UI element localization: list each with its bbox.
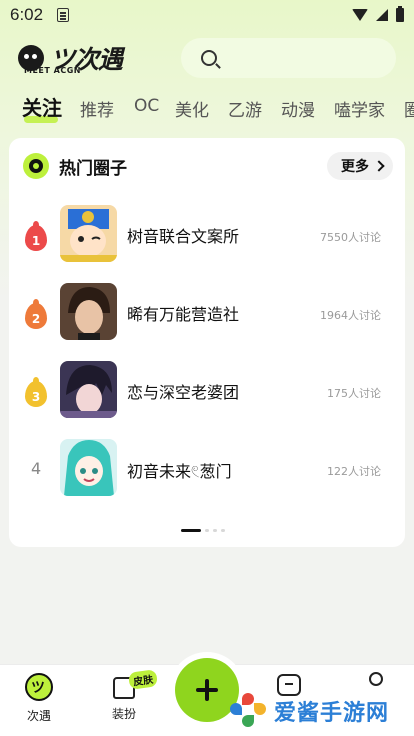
tab-anime[interactable]: 动漫 [281, 96, 315, 121]
circle-name: 初音未来𓏲葱门 [127, 462, 232, 481]
rank-flame-icon: 2 [25, 299, 49, 329]
battery-icon [396, 6, 404, 22]
app-header: ツ次遇 MEET ACGN [0, 36, 414, 82]
rank-number: 1 [31, 234, 41, 248]
rank-flame-icon: 3 [25, 377, 49, 407]
tab-oc[interactable]: OC [134, 96, 159, 116]
pager-active-dot [181, 529, 201, 532]
discussion-count: 175人讨论 [327, 387, 381, 400]
status-indicators [352, 6, 404, 22]
document-icon [57, 8, 70, 22]
plus-icon [196, 679, 218, 701]
more-button-label: 更多 [341, 159, 369, 175]
circle-row[interactable]: 2 晞有万能营造社 1964人讨论 [9, 283, 405, 347]
circle-row[interactable]: 4 初音未来𓏲葱门 122人讨论 [9, 439, 405, 503]
circle-name: 恋与深空老婆团 [127, 383, 240, 402]
tab-otome-games[interactable]: 乙游 [228, 96, 262, 121]
discussion-count: 1964人讨论 [320, 309, 381, 322]
rank-number: 3 [31, 390, 41, 404]
profile-icon[interactable] [369, 672, 383, 686]
watermark-text: 爱酱手游网 [274, 701, 390, 726]
app-logo: ツ次遇 MEET ACGN [18, 38, 128, 78]
tab-circles[interactable]: 圈 [404, 96, 414, 121]
hot-circles-header: 热门圈子 更多 [23, 151, 393, 181]
discussion-count: 122人讨论 [327, 465, 381, 478]
circle-avatar [60, 283, 117, 340]
circle-icon [23, 153, 49, 179]
pager-dot [213, 529, 217, 532]
circle-row[interactable]: 3 恋与深空老婆团 175人讨论 [9, 361, 405, 425]
rank-number: 2 [31, 312, 41, 326]
tab-beautify[interactable]: 美化 [175, 96, 209, 121]
circle-name: 晞有万能营造社 [127, 305, 240, 324]
tab-shippers[interactable]: 嗑学家 [334, 96, 385, 121]
chevron-right-icon [373, 160, 385, 172]
logo-subtitle: MEET ACGN [24, 66, 81, 75]
search-icon [201, 50, 217, 66]
circle-avatar [60, 361, 117, 418]
signal-icon [376, 9, 388, 21]
home-mascot-icon [25, 673, 53, 701]
circle-name: 树音联合文案所 [127, 227, 240, 246]
circle-row[interactable]: 1 树音联合文案所 7550人讨论 [9, 205, 405, 269]
discussion-count: 7550人讨论 [320, 231, 381, 244]
nav-home-label: 次遇 [26, 709, 51, 723]
status-bar: 6:02 [0, 0, 414, 30]
pager-dot [205, 529, 209, 532]
circle-avatar [60, 205, 117, 262]
rank-number: 4 [31, 459, 42, 478]
search-input[interactable] [181, 38, 396, 78]
watermark-logo-icon [228, 691, 268, 731]
wifi-icon [352, 9, 368, 21]
more-button[interactable]: 更多 [327, 152, 393, 180]
hot-circles-title: 热门圈子 [59, 158, 127, 179]
status-time: 6:02 [10, 5, 44, 24]
tab-follow[interactable]: 关注 [22, 92, 62, 121]
category-tabs: 关注 推荐 OC 美化 乙游 动漫 嗑学家 圈 [0, 92, 414, 124]
carousel-pager [181, 529, 225, 532]
nav-dress-label: 装扮 [111, 707, 136, 721]
tab-recommend[interactable]: 推荐 [80, 96, 114, 121]
watermark: 爱酱手游网 [228, 686, 414, 736]
circle-avatar [60, 439, 117, 496]
pager-dot [221, 529, 225, 532]
nav-home[interactable]: 次遇 [9, 673, 69, 724]
hot-circles-card: 热门圈子 更多 1 树音联合文案所 7550人讨论 2 晞有万能营造社 1964… [9, 138, 405, 547]
rank-flame-icon: 1 [25, 221, 49, 251]
